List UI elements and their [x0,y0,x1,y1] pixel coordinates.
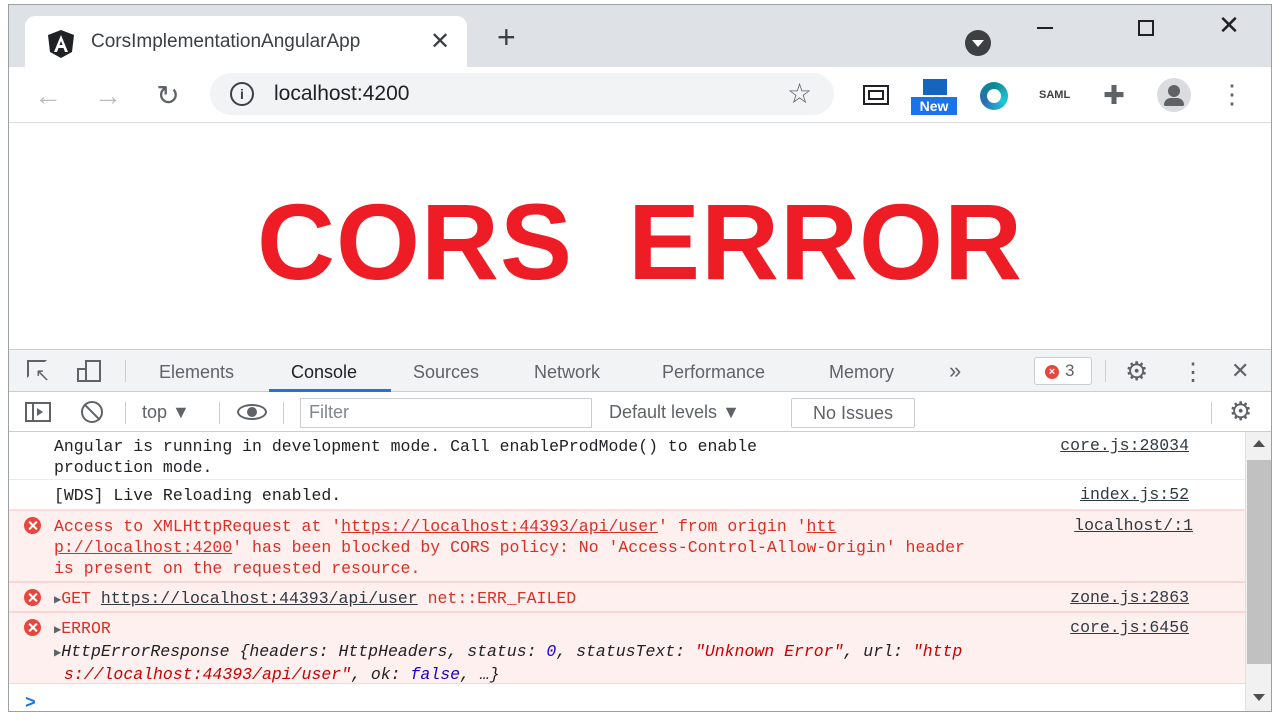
extensions-puzzle-icon[interactable]: ✚ [1097,79,1131,113]
separator [1105,360,1106,382]
profile-avatar[interactable] [1157,78,1191,112]
sidebar-toggle-icon[interactable] [25,402,51,422]
message-text: ▶GET https://localhost:44393/api/user ne… [54,589,577,608]
error-icon [24,589,41,606]
info-icon[interactable]: i [230,82,254,106]
tab-search-button[interactable] [965,30,991,56]
eye-icon[interactable] [237,404,267,420]
issues-button[interactable]: No Issues [791,398,915,428]
saml-icon[interactable]: SAML [1037,79,1073,113]
bookmark-star-icon[interactable]: ☆ [787,77,812,110]
new-badge-extension-icon[interactable]: New [911,79,959,115]
forward-button[interactable]: → [91,79,125,113]
message-text: Angular is running in development mode. … [54,437,758,477]
browser-toolbar: ← → ↻ i localhost:4200 ☆ New SAML ✚ ⋮ [9,67,1271,123]
filter-input[interactable]: Filter [300,398,592,428]
console-message: [WDS] Live Reloading enabled. index.js:5… [9,480,1245,510]
log-levels-label: Default levels [609,402,718,422]
cors-error-headline: CORS ERROR [256,181,1024,302]
source-link[interactable]: localhost/:1 [1074,516,1193,535]
inspect-element-icon[interactable]: ↖ [27,360,53,384]
close-window-button[interactable]: ✕ [1209,12,1249,43]
minimize-button[interactable] [1025,13,1065,43]
tab-strip: CorsImplementationAngularApp ✕ + ✕ [9,5,1271,67]
close-devtools-icon[interactable]: ✕ [1231,358,1249,384]
console-prompt[interactable]: > [25,694,36,711]
browser-menu-button[interactable]: ⋮ [1219,79,1245,113]
log-levels-dropdown[interactable]: Default levels ▼ [609,402,740,423]
device-toolbar-icon[interactable] [77,360,103,384]
message-text: [WDS] Live Reloading enabled. [54,486,342,505]
browser-window: CorsImplementationAngularApp ✕ + ✕ ← → ↻… [8,4,1272,712]
angular-logo-icon [48,30,74,58]
scroll-down-arrow-icon[interactable] [1253,694,1265,701]
address-bar[interactable]: i localhost:4200 ☆ [210,73,834,115]
error-count: 3 [1065,361,1075,380]
separator [1211,402,1212,424]
console-error-message: Access to XMLHttpRequest at 'https://loc… [9,510,1245,582]
origin-link-continued[interactable]: p://localhost:4200 [54,538,232,557]
scroll-thumb[interactable] [1247,460,1271,664]
message-text: Access to XMLHttpRequest at 'https://loc… [54,517,965,578]
maximize-button[interactable] [1125,13,1165,43]
screen-capture-icon[interactable] [859,79,893,113]
devtools-panel: ↖ Elements Console Sources Network Perfo… [9,349,1271,711]
reload-button[interactable]: ↻ [151,79,185,113]
console-message: Angular is running in development mode. … [9,432,1245,480]
maximize-icon [1138,20,1154,36]
tab-close-icon[interactable]: ✕ [430,27,450,56]
error-icon [24,517,41,534]
devtools-menu-icon[interactable]: ⋮ [1181,358,1205,387]
browser-tab[interactable]: CorsImplementationAngularApp ✕ [25,16,467,67]
source-link[interactable]: zone.js:2863 [1070,588,1189,607]
new-tab-button[interactable]: + [497,21,516,53]
console-error-message: ▶GET https://localhost:44393/api/user ne… [9,582,1245,612]
error-object[interactable]: ▶HttpErrorResponse {headers: HttpHeaders… [54,642,962,684]
console-settings-gear-icon[interactable]: ⚙ [1229,396,1252,427]
console-error-message: ▶ERROR ▶HttpErrorResponse {headers: Http… [9,612,1245,684]
tab-title: CorsImplementationAngularApp [91,31,361,52]
context-label: top [142,402,168,422]
request-url-link[interactable]: https://localhost:44393/api/user [341,517,658,536]
origin-link[interactable]: htt [807,517,837,536]
url-text[interactable]: localhost:4200 [274,82,409,106]
console-output: Angular is running in development mode. … [9,432,1245,711]
console-scrollbar[interactable] [1245,432,1271,711]
clear-console-icon[interactable] [81,401,103,423]
tab-memory[interactable]: Memory [829,362,894,383]
scroll-up-arrow-icon[interactable] [1253,440,1265,447]
source-link[interactable]: core.js:6456 [1070,618,1189,637]
tab-performance[interactable]: Performance [662,362,765,383]
separator [125,360,126,382]
separator [283,402,284,424]
console-toolbar: top ▼ Filter Default levels ▼ No Issues … [9,392,1271,432]
message-text: ▶ERROR ▶HttpErrorResponse {headers: Http… [54,619,963,684]
settings-gear-icon[interactable]: ⚙ [1125,356,1148,387]
edge-like-icon[interactable] [977,79,1011,113]
request-url-link[interactable]: https://localhost:44393/api/user [101,589,418,608]
devtools-tab-bar: ↖ Elements Console Sources Network Perfo… [9,350,1271,392]
error-count-badge[interactable]: × 3 [1034,357,1092,385]
tab-network[interactable]: Network [534,362,600,383]
source-link[interactable]: core.js:28034 [1060,436,1189,455]
back-button[interactable]: ← [31,79,65,113]
separator [219,402,220,424]
error-icon [24,619,41,636]
separator [125,402,126,424]
tab-console[interactable]: Console [291,362,357,383]
tab-sources[interactable]: Sources [413,362,479,383]
context-selector[interactable]: top ▼ [142,402,190,423]
error-icon: × [1045,365,1059,379]
page-content: CORS ERROR [9,123,1271,349]
source-link[interactable]: index.js:52 [1080,485,1189,504]
more-tabs-button[interactable]: » [949,358,961,384]
tab-elements[interactable]: Elements [159,362,234,383]
